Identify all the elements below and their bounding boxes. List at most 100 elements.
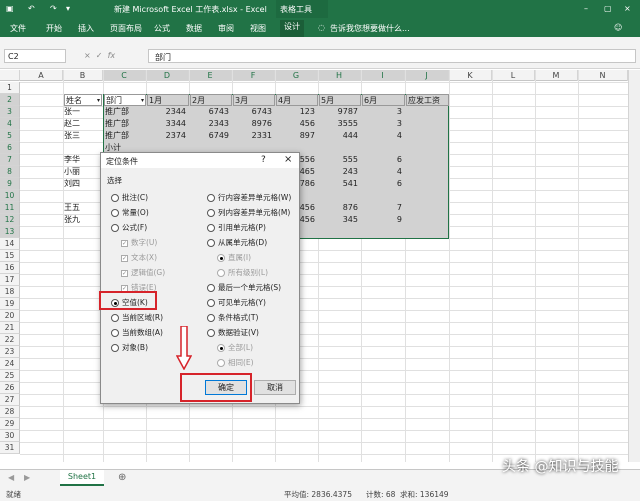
table-cell[interactable]: 6 [361, 154, 405, 166]
table-cell[interactable]: 王五 [64, 202, 80, 214]
table-cell[interactable]: 4 [361, 166, 405, 178]
name-box[interactable]: C2 [4, 49, 66, 63]
header-cell[interactable]: 1月 [147, 94, 189, 106]
table-cell[interactable]: 541 [318, 178, 361, 190]
table-cell[interactable]: 8976 [232, 118, 275, 130]
col-header[interactable]: H [318, 70, 361, 81]
tab-insert[interactable]: 插入 [78, 23, 94, 34]
redo-icon[interactable]: ↷ [50, 4, 57, 13]
row-header[interactable]: 31 [0, 442, 20, 454]
help-icon[interactable]: ? [261, 155, 266, 165]
table-cell[interactable]: 3555 [318, 118, 361, 130]
table-cell[interactable]: 小丽 [64, 166, 80, 178]
row-header[interactable]: 14 [0, 238, 20, 250]
table-cell[interactable]: 123 [275, 106, 318, 118]
tab-page-layout[interactable]: 页面布局 [110, 23, 142, 34]
cancel-button[interactable]: 取消 [254, 380, 296, 395]
select-all-corner[interactable] [0, 70, 20, 81]
row-header[interactable]: 23 [0, 346, 20, 358]
table-cell[interactable]: 876 [318, 202, 361, 214]
tab-data[interactable]: 数据 [186, 23, 202, 34]
col-header[interactable]: N [578, 70, 628, 81]
table-cell[interactable]: 7 [361, 202, 405, 214]
row-header[interactable]: 5 [0, 130, 20, 142]
option-constants[interactable]: 常量(O) [111, 207, 149, 219]
header-cell[interactable]: 应发工资 [406, 94, 449, 106]
col-header[interactable]: I [361, 70, 405, 81]
table-cell[interactable]: 2374 [146, 130, 189, 142]
col-header[interactable]: E [189, 70, 232, 81]
row-header[interactable]: 15 [0, 250, 20, 262]
row-header[interactable]: 3 [0, 106, 20, 118]
row-header[interactable]: 16 [0, 262, 20, 274]
row-header[interactable]: 6 [0, 142, 20, 154]
row-header[interactable]: 25 [0, 370, 20, 382]
header-cell[interactable]: 4月 [276, 94, 318, 106]
row-header[interactable]: 20 [0, 310, 20, 322]
table-cell[interactable]: 6743 [232, 106, 275, 118]
row-header[interactable]: 1 [0, 82, 20, 94]
row-header[interactable]: 4 [0, 118, 20, 130]
row-header[interactable]: 18 [0, 286, 20, 298]
header-cell[interactable]: 部门 ▾ [104, 94, 146, 106]
table-cell[interactable]: 444 [318, 130, 361, 142]
table-cell[interactable]: 9787 [318, 106, 361, 118]
table-cell[interactable]: 李华 [64, 154, 80, 166]
tab-review[interactable]: 审阅 [218, 23, 234, 34]
table-cell[interactable]: 555 [318, 154, 361, 166]
col-header[interactable]: D [146, 70, 189, 81]
row-header[interactable]: 30 [0, 430, 20, 442]
option-current-region[interactable]: 当前区域(R) [111, 312, 163, 324]
option-current-array[interactable]: 当前数组(A) [111, 327, 163, 339]
table-cell[interactable]: 345 [318, 214, 361, 226]
table-cell[interactable]: 4 [361, 130, 405, 142]
tab-design[interactable]: 设计 [280, 20, 304, 37]
table-cell[interactable]: 9 [361, 214, 405, 226]
row-header[interactable]: 29 [0, 418, 20, 430]
row-header[interactable]: 27 [0, 394, 20, 406]
table-cell[interactable]: 赵二 [64, 118, 80, 130]
table-cell[interactable]: 6 [361, 178, 405, 190]
header-cell[interactable]: 6月 [362, 94, 405, 106]
table-cell[interactable]: 3344 [146, 118, 189, 130]
add-sheet-icon[interactable]: ⊕ [118, 472, 126, 483]
option-column-differences[interactable]: 列内容差异单元格(M) [207, 207, 290, 219]
option-precedents[interactable]: 引用单元格(P) [207, 222, 266, 234]
minimize-icon[interactable]: – [584, 4, 588, 13]
table-cell[interactable]: 3 [361, 118, 405, 130]
row-header[interactable]: 8 [0, 166, 20, 178]
tab-scroll-right-icon[interactable]: ▶ [24, 473, 30, 482]
table-cell[interactable]: 推广部 [105, 118, 129, 130]
option-dependents[interactable]: 从属单元格(D) [207, 237, 267, 249]
table-cell[interactable]: 推广部 [105, 130, 129, 142]
row-header[interactable]: 2 [0, 94, 20, 106]
table-cell[interactable]: 2331 [232, 130, 275, 142]
row-header[interactable]: 7 [0, 154, 20, 166]
formula-input[interactable]: 部门 [148, 49, 636, 63]
sheet-tab[interactable]: Sheet1 [60, 470, 104, 486]
header-cell[interactable]: 3月 [233, 94, 275, 106]
option-data-validation[interactable]: 数据验证(V) [207, 327, 259, 339]
header-cell[interactable]: 姓名 ▾ [64, 94, 102, 106]
table-cell[interactable]: 3 [361, 106, 405, 118]
col-header[interactable]: L [492, 70, 535, 81]
col-header[interactable]: C [103, 70, 146, 81]
row-header[interactable]: 13 [0, 226, 20, 238]
table-cell[interactable]: 张三 [64, 130, 80, 142]
col-header[interactable]: F [232, 70, 275, 81]
row-header[interactable]: 22 [0, 334, 20, 346]
tab-formulas[interactable]: 公式 [154, 23, 170, 34]
option-comments[interactable]: 批注(C) [111, 192, 148, 204]
col-header[interactable]: K [449, 70, 492, 81]
row-header[interactable]: 9 [0, 178, 20, 190]
row-header[interactable]: 11 [0, 202, 20, 214]
tell-me-box[interactable]: 告诉我您想要做什么... [330, 23, 410, 34]
table-cell[interactable]: 推广部 [105, 106, 129, 118]
row-header[interactable]: 19 [0, 298, 20, 310]
table-cell[interactable]: 张一 [64, 106, 80, 118]
option-visible-cells[interactable]: 可见单元格(Y) [207, 297, 266, 309]
customize-qat-icon[interactable]: ▾ [66, 4, 70, 13]
option-formulas[interactable]: 公式(F) [111, 222, 147, 234]
close-icon[interactable]: × [624, 4, 631, 13]
col-header[interactable]: B [63, 70, 103, 81]
